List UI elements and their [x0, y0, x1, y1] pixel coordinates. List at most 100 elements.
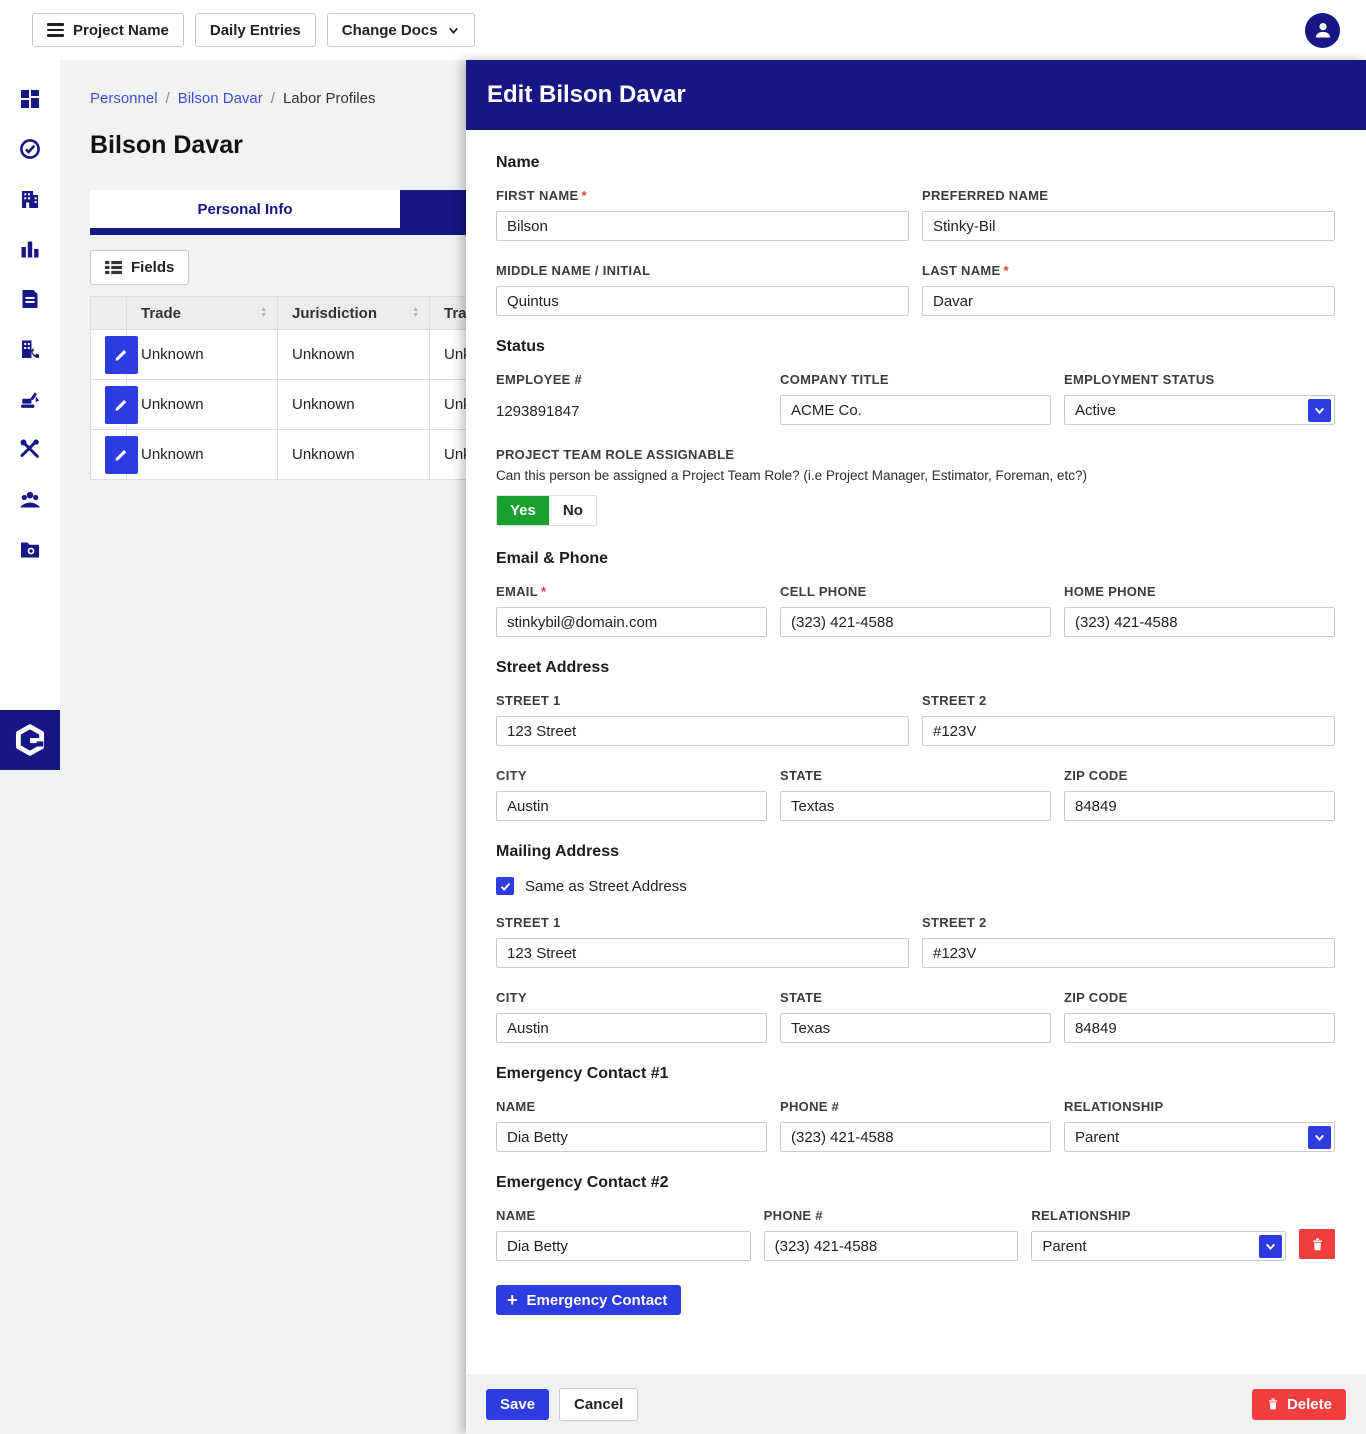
- role-assignable-label: PROJECT TEAM ROLE ASSIGNABLE: [496, 447, 734, 462]
- mailing-state-input[interactable]: [780, 1013, 1051, 1043]
- save-button[interactable]: Save: [486, 1389, 549, 1420]
- crew-icon[interactable]: [18, 487, 42, 511]
- middle-name-field: MIDDLE NAME / INITIAL: [496, 263, 909, 316]
- table-cell: Unknown: [127, 380, 278, 430]
- chevron-down-icon: [1308, 1126, 1331, 1149]
- edit-row-button[interactable]: [105, 386, 138, 424]
- project-name-button[interactable]: Project Name: [32, 13, 184, 47]
- zip-label: ZIP CODE: [1064, 768, 1128, 783]
- tab-personal-info[interactable]: Personal Info: [90, 190, 400, 228]
- plus-icon: +: [507, 1291, 518, 1309]
- employee-number-value: 1293891847: [496, 395, 767, 420]
- excavator-icon[interactable]: [18, 387, 42, 411]
- edit-row-button[interactable]: [105, 436, 138, 474]
- pencil-icon: [113, 446, 130, 463]
- last-name-field: LAST NAME*: [922, 263, 1335, 316]
- delete-button[interactable]: Delete: [1252, 1389, 1346, 1420]
- company-title-input[interactable]: [780, 395, 1051, 425]
- add-emergency-contact-label: Emergency Contact: [527, 1292, 668, 1309]
- city-input[interactable]: [496, 791, 767, 821]
- ec2-relationship-select[interactable]: Parent: [1031, 1231, 1286, 1261]
- document-icon[interactable]: [18, 287, 42, 311]
- company-icon[interactable]: [18, 187, 42, 211]
- edit-row-button[interactable]: [105, 336, 138, 374]
- tools-icon[interactable]: [18, 437, 42, 461]
- chevron-down-icon: [1259, 1235, 1282, 1258]
- toggle-yes-button[interactable]: Yes: [497, 496, 549, 525]
- app-logo[interactable]: [0, 710, 60, 770]
- mailing-street1-input[interactable]: [496, 938, 909, 968]
- street1-input[interactable]: [496, 716, 909, 746]
- edit-column-header: [91, 297, 127, 330]
- role-assignable-toggle: Yes No: [496, 495, 597, 526]
- city-label: CITY: [496, 768, 527, 783]
- email-input[interactable]: [496, 607, 767, 637]
- same-as-street-checkbox-row[interactable]: Same as Street Address: [496, 877, 1335, 895]
- dashboard-icon[interactable]: [18, 87, 42, 111]
- ec2-name-input[interactable]: [496, 1231, 751, 1261]
- cell-phone-input[interactable]: [780, 607, 1051, 637]
- change-docs-label: Change Docs: [342, 22, 438, 39]
- table-cell: Unknown: [278, 330, 430, 380]
- user-avatar[interactable]: [1305, 13, 1340, 48]
- cancel-button[interactable]: Cancel: [559, 1388, 638, 1421]
- sort-icon[interactable]: ▲▼: [260, 307, 267, 319]
- column-header-jurisdiction[interactable]: Jurisdiction ▲▼: [278, 297, 430, 330]
- panel-footer: Save Cancel Delete: [466, 1374, 1366, 1434]
- last-name-input[interactable]: [922, 286, 1335, 316]
- required-marker: *: [541, 584, 546, 599]
- street2-input[interactable]: [922, 716, 1335, 746]
- middle-name-input[interactable]: [496, 286, 909, 316]
- breadcrumb-current: Labor Profiles: [283, 90, 376, 107]
- required-marker: *: [1004, 263, 1009, 278]
- section-heading-mailing-address: Mailing Address: [496, 843, 1335, 861]
- trash-icon: [1266, 1397, 1280, 1411]
- preferred-name-input[interactable]: [922, 211, 1335, 241]
- ec1-name-field: NAME: [496, 1099, 767, 1152]
- first-name-input[interactable]: [496, 211, 909, 241]
- fields-button[interactable]: Fields: [90, 250, 189, 285]
- state-input[interactable]: [780, 791, 1051, 821]
- column-header-trade[interactable]: Trade ▲▼: [127, 297, 278, 330]
- mailing-city-input[interactable]: [496, 1013, 767, 1043]
- daily-entries-button[interactable]: Daily Entries: [195, 13, 316, 47]
- breadcrumb-personnel-link[interactable]: Personnel: [90, 90, 158, 107]
- ec1-name-input[interactable]: [496, 1122, 767, 1152]
- checklist-icon[interactable]: [18, 137, 42, 161]
- preferred-name-field: PREFERRED NAME: [922, 188, 1335, 241]
- ec1-phone-input[interactable]: [780, 1122, 1051, 1152]
- employee-number-label: EMPLOYEE #: [496, 372, 582, 387]
- ec2-delete-button[interactable]: [1299, 1229, 1335, 1259]
- mailing-state-label: STATE: [780, 990, 822, 1005]
- checkbox-checked-icon[interactable]: [496, 877, 514, 895]
- mailing-state-field: STATE: [780, 990, 1051, 1043]
- bar-chart-icon[interactable]: [18, 237, 42, 261]
- breadcrumb-bilson-davar-link[interactable]: Bilson Davar: [178, 90, 263, 107]
- select-value: Active: [1075, 402, 1116, 419]
- change-docs-button[interactable]: Change Docs: [327, 13, 475, 47]
- section-heading-name: Name: [496, 154, 1335, 172]
- toggle-no-button[interactable]: No: [549, 496, 596, 525]
- mailing-zip-input[interactable]: [1064, 1013, 1335, 1043]
- home-phone-label: HOME PHONE: [1064, 584, 1156, 599]
- home-phone-input[interactable]: [1064, 607, 1335, 637]
- add-emergency-contact-button[interactable]: + Emergency Contact: [496, 1285, 681, 1315]
- panel-header: Edit Bilson Davar: [466, 60, 1366, 130]
- zip-input[interactable]: [1064, 791, 1335, 821]
- mailing-street2-input[interactable]: [922, 938, 1335, 968]
- photo-folder-icon[interactable]: [18, 537, 42, 561]
- employment-status-select[interactable]: Active: [1064, 395, 1335, 425]
- street1-label: STREET 1: [496, 693, 561, 708]
- mailing-street2-field: STREET 2: [922, 915, 1335, 968]
- hamburger-icon: [47, 23, 64, 37]
- panel-title: Edit Bilson Davar: [487, 81, 686, 109]
- state-label: STATE: [780, 768, 822, 783]
- ec1-relationship-select[interactable]: Parent: [1064, 1122, 1335, 1152]
- trash-icon: [1310, 1237, 1325, 1252]
- cell-phone-label: CELL PHONE: [780, 584, 867, 599]
- sort-icon[interactable]: ▲▼: [412, 307, 419, 319]
- mailing-street1-label: STREET 1: [496, 915, 561, 930]
- directory-icon[interactable]: [18, 337, 42, 361]
- mailing-city-label: CITY: [496, 990, 527, 1005]
- ec2-phone-input[interactable]: [764, 1231, 1019, 1261]
